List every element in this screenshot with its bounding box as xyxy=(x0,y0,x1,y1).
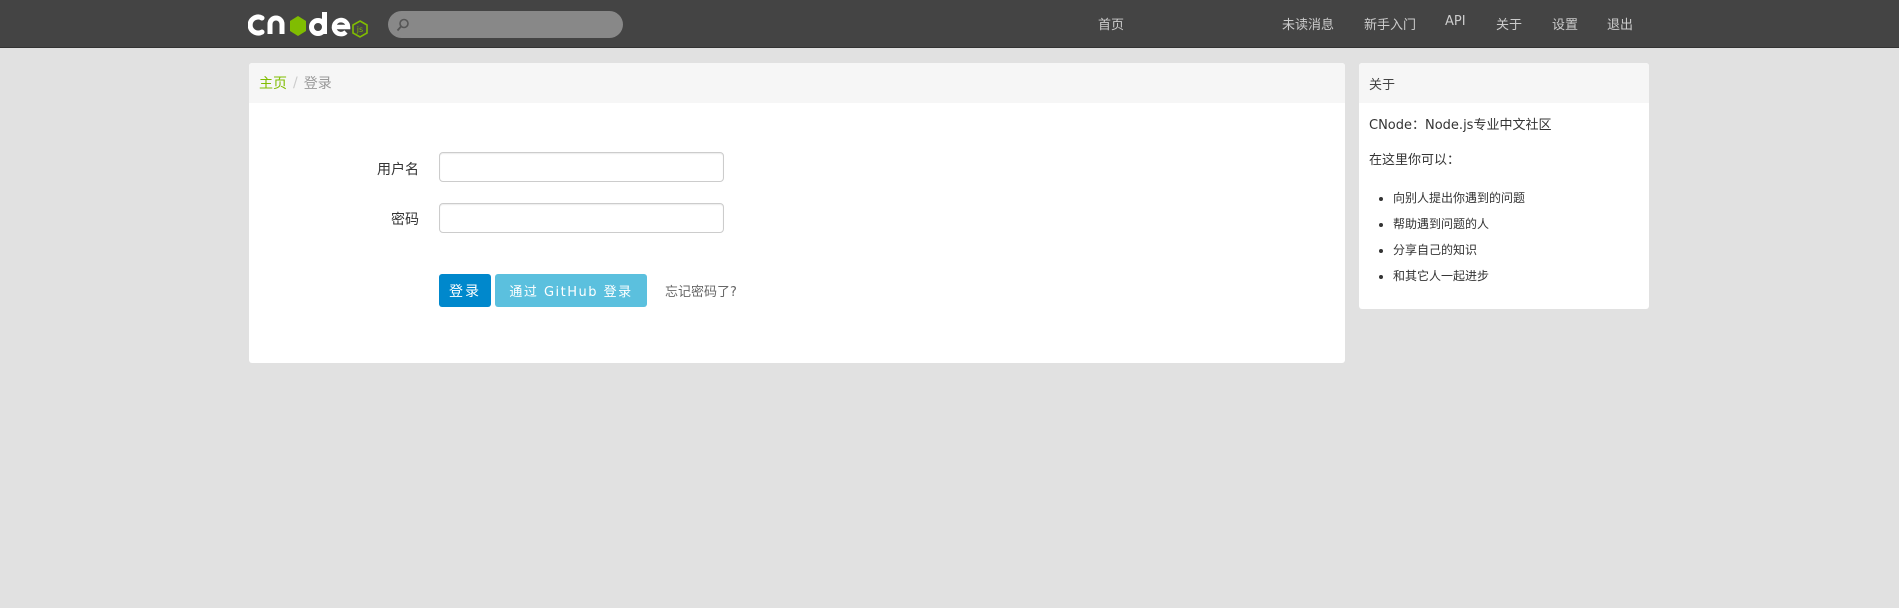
search-input[interactable] xyxy=(416,14,616,35)
breadcrumb-home-link[interactable]: 主页 xyxy=(259,73,287,93)
search-box[interactable] xyxy=(388,11,623,38)
sidebar-list: 向别人提出你遇到的问题 帮助遇到问题的人 分享自己的知识 和其它人一起进步 xyxy=(1369,185,1639,289)
nav-link-settings[interactable]: 设置 xyxy=(1552,14,1578,33)
login-panel: 主页 / 登录 用户名 密码 登录 通过 GitHub 登录 忘记密码了? xyxy=(249,63,1345,363)
username-input[interactable] xyxy=(439,152,724,182)
sidebar-body: CNode：Node.js专业中文社区 在这里你可以： 向别人提出你遇到的问题 … xyxy=(1359,103,1649,299)
forgot-password-link[interactable]: 忘记密码了? xyxy=(665,281,737,300)
js-badge-text: js xyxy=(356,25,363,34)
sidebar-list-item: 帮助遇到问题的人 xyxy=(1393,211,1639,237)
sidebar-intro: CNode：Node.js专业中文社区 xyxy=(1369,118,1552,133)
sidebar-list-item: 分享自己的知识 xyxy=(1393,237,1639,263)
username-label: 用户名 xyxy=(377,162,419,178)
sidebar-list-item: 和其它人一起进步 xyxy=(1393,263,1639,289)
login-button[interactable]: 登录 xyxy=(439,274,491,307)
password-input[interactable] xyxy=(439,203,724,233)
nav-link-about[interactable]: 关于 xyxy=(1496,14,1522,33)
nav-link-logout[interactable]: 退出 xyxy=(1607,14,1633,33)
search-icon xyxy=(396,18,409,31)
sidebar-title: 关于 xyxy=(1359,63,1649,103)
sidebar-subtitle: 在这里你可以： xyxy=(1369,153,1461,168)
nav-link-getting-started[interactable]: 新手入门 xyxy=(1364,14,1416,33)
nav-link-home[interactable]: 首页 xyxy=(1098,14,1124,33)
sidebar-list-item: 向别人提出你遇到的问题 xyxy=(1393,185,1639,211)
cnode-logo-icon: js xyxy=(248,12,368,38)
breadcrumb-current: 登录 xyxy=(303,76,332,92)
github-login-button[interactable]: 通过 GitHub 登录 xyxy=(495,274,647,307)
nav-link-api[interactable]: API xyxy=(1445,14,1466,29)
about-sidebar: 关于 CNode：Node.js专业中文社区 在这里你可以： 向别人提出你遇到的… xyxy=(1359,63,1649,309)
password-label: 密码 xyxy=(391,212,419,228)
breadcrumb-divider: / xyxy=(293,75,298,91)
cnode-logo[interactable]: js xyxy=(248,6,370,40)
breadcrumb: 主页 / 登录 xyxy=(249,63,1345,103)
nav-link-unread-messages[interactable]: 未读消息 xyxy=(1282,14,1334,33)
top-navbar: js 首页 未读消息 新手入门 API 关于 设置 退出 xyxy=(0,0,1899,48)
